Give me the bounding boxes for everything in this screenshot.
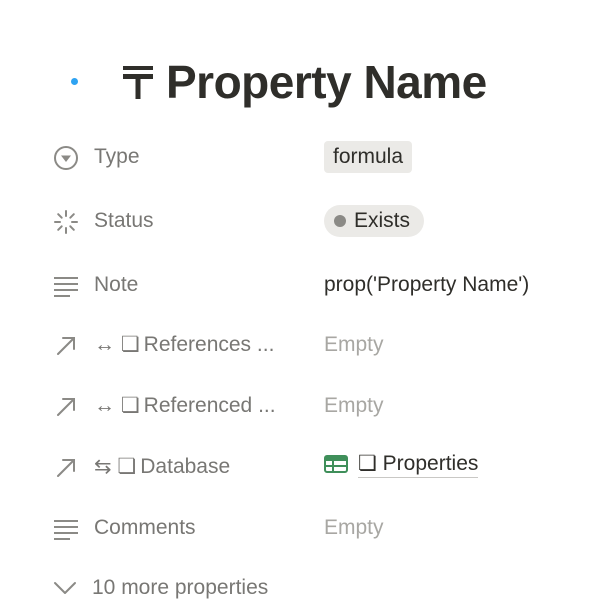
relation-prefix: ⇆ ❏ xyxy=(94,455,137,478)
property-label[interactable]: ⇆ ❏ Database xyxy=(94,447,294,487)
property-row-type[interactable]: Type formula xyxy=(0,137,612,177)
property-label[interactable]: Status xyxy=(94,201,294,241)
property-value-references[interactable]: Empty xyxy=(324,325,384,365)
more-properties-label: 10 more properties xyxy=(92,576,269,599)
property-row-status[interactable]: Status Exists xyxy=(0,201,612,241)
relation-prefix: ↔ ❏ xyxy=(94,394,140,417)
chevron-circle-icon xyxy=(52,145,80,171)
property-label[interactable]: ↔ ❏ Referenced ... xyxy=(94,386,294,426)
relation-prefix: ↔ ❏ xyxy=(94,333,140,356)
property-label[interactable]: Comments xyxy=(94,508,294,548)
database-link-text: ❏ Properties xyxy=(358,451,479,478)
page-header: Property Name xyxy=(120,52,487,112)
type-tag: formula xyxy=(324,141,413,173)
property-label[interactable]: ↔ ❏ References ... xyxy=(94,325,294,365)
property-value-type[interactable]: formula xyxy=(324,137,413,177)
property-value-database[interactable]: ❏ Properties xyxy=(324,447,479,487)
page-title[interactable]: Property Name xyxy=(166,55,487,109)
property-label-text: Referenced ... xyxy=(143,394,276,417)
property-label-text: Database xyxy=(140,455,231,478)
property-value-referenced[interactable]: Empty xyxy=(324,386,384,426)
property-label-text: References ... xyxy=(143,333,275,356)
table-icon xyxy=(324,455,348,473)
property-label[interactable]: Type xyxy=(94,137,294,177)
property-row-referenced[interactable]: ↔ ❏ Referenced ... Empty xyxy=(0,386,612,426)
text-t-icon xyxy=(120,62,156,102)
page-indicator-dot xyxy=(71,78,78,85)
text-lines-icon xyxy=(52,273,80,299)
status-dot-icon xyxy=(334,215,346,227)
status-text: Exists xyxy=(354,209,411,232)
property-value-status[interactable]: Exists xyxy=(324,201,425,241)
property-value-note[interactable]: prop('Property Name') xyxy=(324,265,529,305)
property-label[interactable]: Note xyxy=(94,265,294,305)
text-lines-icon xyxy=(52,516,80,542)
property-row-database[interactable]: ⇆ ❏ Database ❏ Properties xyxy=(0,447,612,487)
database-link[interactable]: ❏ Properties xyxy=(324,451,479,478)
property-row-note[interactable]: Note prop('Property Name') xyxy=(0,265,612,305)
relation-arrow-icon xyxy=(52,455,80,481)
property-row-references[interactable]: ↔ ❏ References ... Empty xyxy=(0,325,612,365)
status-badge: Exists xyxy=(324,205,425,237)
more-properties-toggle[interactable]: 10 more properties xyxy=(52,568,268,608)
property-row-comments[interactable]: Comments Empty xyxy=(0,508,612,548)
relation-arrow-icon xyxy=(52,333,80,359)
chevron-down-icon xyxy=(52,575,78,601)
property-value-comments[interactable]: Empty xyxy=(324,508,384,548)
loading-spinner-icon xyxy=(52,209,80,235)
relation-arrow-icon xyxy=(52,394,80,420)
